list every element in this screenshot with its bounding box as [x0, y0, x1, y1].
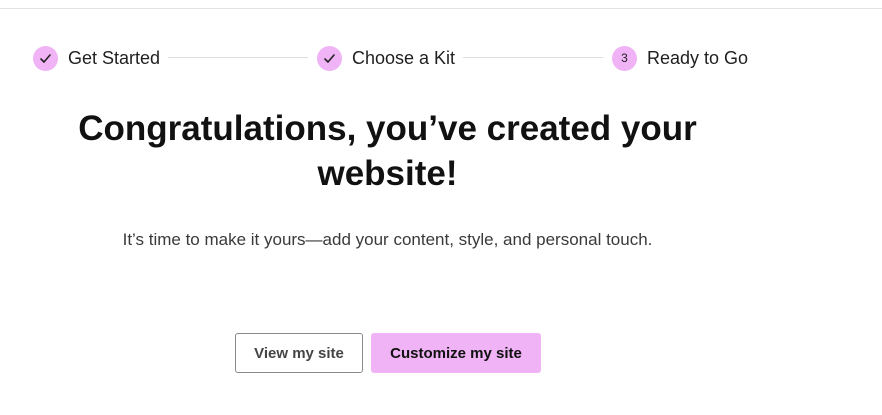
- top-divider: [0, 8, 882, 9]
- step-3-number: 3: [612, 45, 637, 71]
- step-label: Ready to Go: [647, 47, 749, 68]
- customize-my-site-button[interactable]: Customize my site: [371, 333, 541, 373]
- step-connector: [168, 57, 308, 58]
- progress-stepper: Get Started Choose a Kit 3 Ready to Go: [33, 45, 753, 71]
- view-my-site-button[interactable]: View my site: [235, 333, 363, 373]
- step-choose-a-kit: Choose a Kit: [317, 45, 455, 71]
- step-label: Choose a Kit: [352, 47, 456, 68]
- step-ready-to-go: 3 Ready to Go: [612, 45, 748, 71]
- check-icon: [40, 53, 51, 63]
- step-2-check-icon: [317, 45, 342, 71]
- check-icon: [324, 53, 335, 63]
- step-label: Get Started: [68, 47, 161, 68]
- step-1-check-icon: [33, 45, 58, 71]
- step-connector: [463, 57, 603, 58]
- page-subtitle: It’s time to make it yours—add your cont…: [122, 230, 653, 249]
- step-get-started: Get Started: [33, 45, 160, 71]
- page-title: Congratulations, you’ve created your web…: [78, 109, 697, 193]
